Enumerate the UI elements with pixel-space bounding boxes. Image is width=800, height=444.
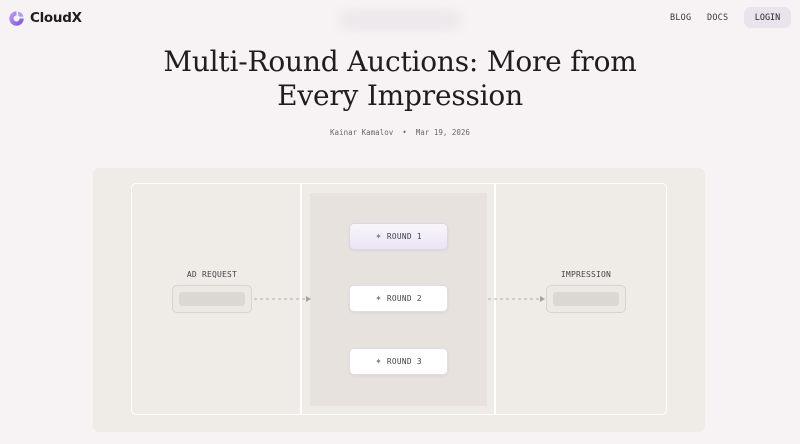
round-3-label: ROUND 3 bbox=[386, 357, 422, 366]
diagram-divider-left bbox=[300, 183, 302, 415]
top-nav: CloudX BLOG DOCS LOGIN bbox=[0, 0, 800, 36]
nav-link-blog[interactable]: BLOG bbox=[670, 13, 691, 23]
diagram-divider-right bbox=[494, 183, 496, 415]
impression-node bbox=[546, 285, 626, 313]
impression-label: IMPRESSION bbox=[560, 270, 612, 279]
ad-request-label: AD REQUEST bbox=[186, 270, 238, 279]
ad-request-node bbox=[172, 285, 252, 313]
round-2-node[interactable]: ✦ ROUND 2 bbox=[349, 285, 448, 312]
title-line-1: Multi-Round Auctions: More from bbox=[163, 45, 637, 78]
byline-separator: • bbox=[402, 128, 407, 137]
round-3-node[interactable]: ✦ ROUND 3 bbox=[349, 348, 448, 375]
round-1-label: ROUND 1 bbox=[386, 232, 422, 241]
cloudx-logo-icon bbox=[9, 10, 24, 26]
sparkle-icon: ✦ bbox=[375, 293, 382, 303]
ad-request-placeholder-bar bbox=[179, 292, 245, 306]
round-1-node[interactable]: ✦ ROUND 1 bbox=[349, 223, 448, 250]
title-line-2: Every Impression bbox=[277, 79, 523, 112]
page-title: Multi-Round Auctions: More from Every Im… bbox=[0, 45, 800, 113]
blurred-nav-pill bbox=[338, 9, 462, 31]
article-byline: Kainar Kamalov • Mar 19, 2026 bbox=[0, 128, 800, 137]
sparkle-icon: ✦ bbox=[375, 231, 382, 241]
sparkle-icon: ✦ bbox=[375, 356, 382, 366]
login-button[interactable]: LOGIN bbox=[744, 7, 791, 28]
logo-wordmark: CloudX bbox=[30, 10, 82, 26]
round-2-label: ROUND 2 bbox=[386, 294, 422, 303]
author-name: Kainar Kamalov bbox=[330, 128, 394, 137]
publish-date: Mar 19, 2026 bbox=[415, 128, 470, 137]
impression-placeholder-bar bbox=[553, 292, 619, 306]
cloudx-logo[interactable]: CloudX bbox=[8, 8, 82, 28]
nav-link-docs[interactable]: DOCS bbox=[707, 13, 728, 23]
